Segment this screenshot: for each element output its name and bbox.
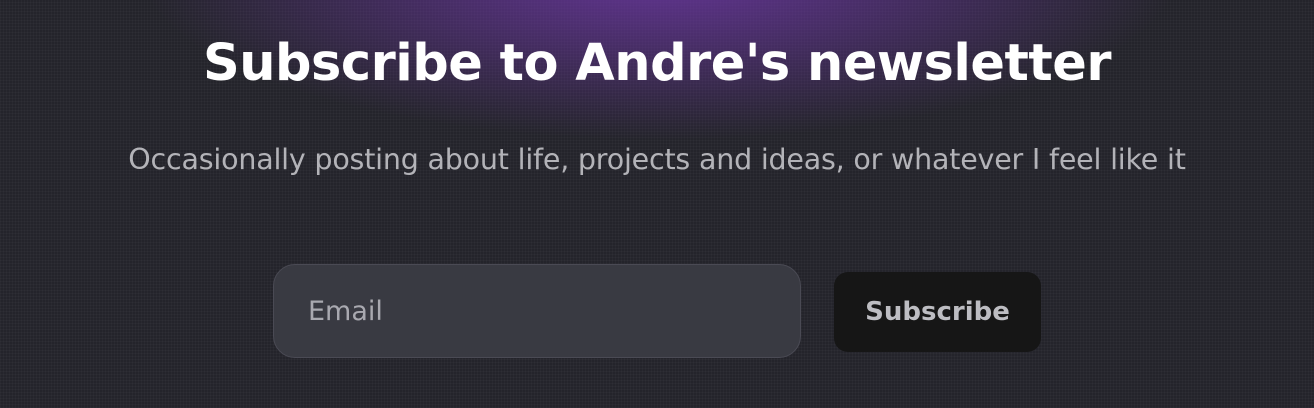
newsletter-signup: Subscribe to Andre's newsletter Occasion… [0, 0, 1314, 408]
page-subtitle: Occasionally posting about life, project… [128, 143, 1186, 176]
subscribe-button[interactable]: Subscribe [834, 272, 1041, 352]
email-field[interactable] [273, 264, 801, 358]
page-title: Subscribe to Andre's newsletter [203, 34, 1111, 93]
